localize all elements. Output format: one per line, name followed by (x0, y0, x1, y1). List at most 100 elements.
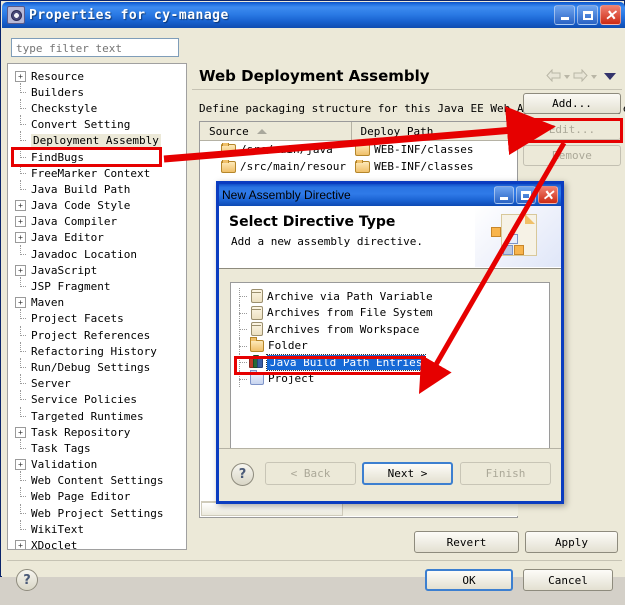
sidebar-item-convert-setting[interactable]: Convert Setting (8, 115, 186, 133)
window-content: + Resource Builders Checkstyle Convert Setti… (2, 28, 625, 591)
sidebar-item-label: Java Build Path (31, 182, 131, 196)
dialog-body: Archive via Path Variable Archives from F… (219, 269, 561, 449)
sidebar-item-project-references[interactable]: Project References (8, 325, 186, 343)
table-row[interactable]: /src/main/java WEB-INF/classes (200, 141, 517, 158)
sidebar-item-resource[interactable]: + Resource (8, 68, 186, 84)
sidebar-item-web-page-editor[interactable]: Web Page Editor (8, 487, 186, 505)
footer-divider (7, 560, 622, 561)
directive-item-archives-from-file-system[interactable]: Archives from File System (231, 304, 549, 322)
expand-icon[interactable]: + (15, 264, 26, 276)
sidebar-item-javascript[interactable]: + JavaScript (8, 262, 186, 278)
settings-tree: + Resource Builders Checkstyle Convert Setti… (8, 64, 186, 550)
expand-icon[interactable]: + (15, 216, 26, 228)
sidebar-item-builders[interactable]: Builders (8, 82, 186, 100)
sidebar-item-targeted-runtimes[interactable]: Targeted Runtimes (8, 406, 186, 424)
sidebar-item-java-code-style[interactable]: + Java Code Style (8, 198, 186, 214)
sidebar-item-project-facets[interactable]: Project Facets (8, 309, 186, 327)
sidebar-item-deployment-assembly[interactable]: Deployment Assembly (8, 131, 186, 149)
directive-type-list[interactable]: Archive via Path Variable Archives from F… (230, 282, 550, 449)
view-menu-icon[interactable] (604, 73, 616, 80)
sidebar-item-java-build-path[interactable]: Java Build Path (8, 179, 186, 197)
settings-tree-panel[interactable]: + Resource Builders Checkstyle Convert Setti… (7, 63, 187, 550)
revert-button[interactable]: Revert (414, 531, 519, 553)
expand-icon[interactable]: + (15, 426, 26, 438)
nav-icons (546, 68, 616, 83)
help-icon[interactable]: ? (16, 569, 38, 591)
maximize-icon[interactable] (577, 5, 598, 25)
sidebar-item-service-policies[interactable]: Service Policies (8, 390, 186, 408)
column-header-deploy-path[interactable]: Deploy Path (352, 122, 517, 140)
expand-icon[interactable]: + (15, 200, 26, 212)
sidebar-item-findbugs[interactable]: FindBugs (8, 147, 186, 165)
back-arrow-icon[interactable] (546, 68, 561, 83)
sidebar-item-server[interactable]: Server (8, 374, 186, 392)
directive-item-java-build-path-entries[interactable]: Java Build Path Entries (231, 353, 549, 371)
expand-icon[interactable]: + (15, 540, 26, 549)
table-row[interactable]: /src/main/resour WEB-INF/classes (200, 158, 517, 175)
apply-button-label: Apply (554, 535, 589, 549)
sidebar-item-validation[interactable]: + Validation (8, 457, 186, 473)
ok-button[interactable]: OK (425, 569, 513, 591)
directive-item-label: Archives from Workspace (267, 322, 420, 336)
directive-item-project[interactable]: Project (231, 369, 549, 388)
tree-line-icon (239, 304, 247, 322)
sidebar-item-label: JavaScript (31, 263, 98, 277)
cancel-button[interactable]: Cancel (523, 569, 613, 591)
expand-icon[interactable]: + (15, 297, 26, 309)
folder-icon (250, 336, 264, 352)
sidebar-item-maven[interactable]: + Maven (8, 295, 186, 311)
jar-icon (251, 322, 263, 337)
close-icon[interactable]: ✕ (600, 5, 621, 25)
column-header-source[interactable]: Source (200, 122, 352, 140)
folder-icon (221, 160, 236, 173)
sidebar-item-label: Server (31, 377, 71, 391)
sidebar-item-web-project-settings[interactable]: Web Project Settings (8, 503, 186, 521)
sidebar-item-wikitext[interactable]: WikiText (8, 519, 186, 537)
folder-icon (221, 143, 236, 156)
sidebar-item-label: XDoclet (31, 539, 78, 550)
expand-icon[interactable]: + (15, 459, 26, 471)
expand-icon[interactable]: + (15, 70, 26, 82)
new-assembly-directive-dialog: New Assembly Directive ✕ Select Directiv… (216, 181, 564, 504)
directive-item-archive-via-path-variable[interactable]: Archive via Path Variable (231, 288, 549, 305)
sidebar-item-checkstyle[interactable]: Checkstyle (8, 98, 186, 116)
expand-icon[interactable]: + (15, 232, 26, 244)
scrollbar-thumb[interactable] (201, 502, 343, 516)
sidebar-item-freemarker-context[interactable]: FreeMarker Context (8, 163, 186, 181)
filter-input[interactable] (11, 38, 179, 57)
directive-item-folder[interactable]: Folder (231, 336, 549, 355)
table-body: /src/main/java WEB-INF/classes/src/main/r… (200, 141, 517, 175)
sidebar-item-jsp-fragment[interactable]: JSP Fragment (8, 277, 186, 294)
forward-dropdown-icon[interactable] (591, 75, 597, 79)
sidebar-item-run-debug-settings[interactable]: Run/Debug Settings (8, 357, 186, 375)
sidebar-item-label: Service Policies (31, 393, 137, 407)
sidebar-item-label: Java Compiler (31, 215, 118, 229)
directive-item-archives-from-workspace[interactable]: Archives from Workspace (231, 321, 549, 338)
minimize-icon[interactable] (494, 186, 514, 204)
sidebar-item-web-content-settings[interactable]: Web Content Settings (8, 471, 186, 489)
sidebar-item-task-tags[interactable]: Task Tags (8, 438, 186, 456)
next-button[interactable]: Next > (362, 462, 453, 485)
tree-line-icon (15, 131, 26, 146)
sidebar-item-java-compiler[interactable]: + Java Compiler (8, 214, 186, 230)
dialog-help-icon[interactable]: ? (231, 463, 254, 486)
sidebar-item-refactoring-history[interactable]: Refactoring History (8, 341, 186, 359)
minimize-icon[interactable] (554, 5, 575, 25)
back-button-label: < Back (290, 467, 331, 480)
back-dropdown-icon[interactable] (564, 75, 570, 79)
close-icon[interactable]: ✕ (538, 186, 558, 204)
forward-arrow-icon[interactable] (573, 68, 588, 83)
add-button[interactable]: Add... (523, 93, 621, 114)
sidebar-item-java-editor[interactable]: + Java Editor (8, 230, 186, 246)
sidebar-item-javadoc-location[interactable]: Javadoc Location (8, 244, 186, 262)
sidebar-item-xdoclet[interactable]: + XDoclet (8, 537, 186, 550)
sidebar-item-task-repository[interactable]: + Task Repository (8, 424, 186, 440)
gear-icon (7, 6, 25, 24)
sidebar-item-label: Builders (31, 85, 84, 99)
finish-button: Finish (460, 462, 551, 485)
deploy-path-label: WEB-INF/classes (374, 143, 474, 156)
maximize-icon[interactable] (516, 186, 536, 204)
sidebar-item-label: Task Repository (31, 425, 131, 439)
apply-button[interactable]: Apply (525, 531, 618, 553)
tree-line-icon (15, 374, 26, 389)
